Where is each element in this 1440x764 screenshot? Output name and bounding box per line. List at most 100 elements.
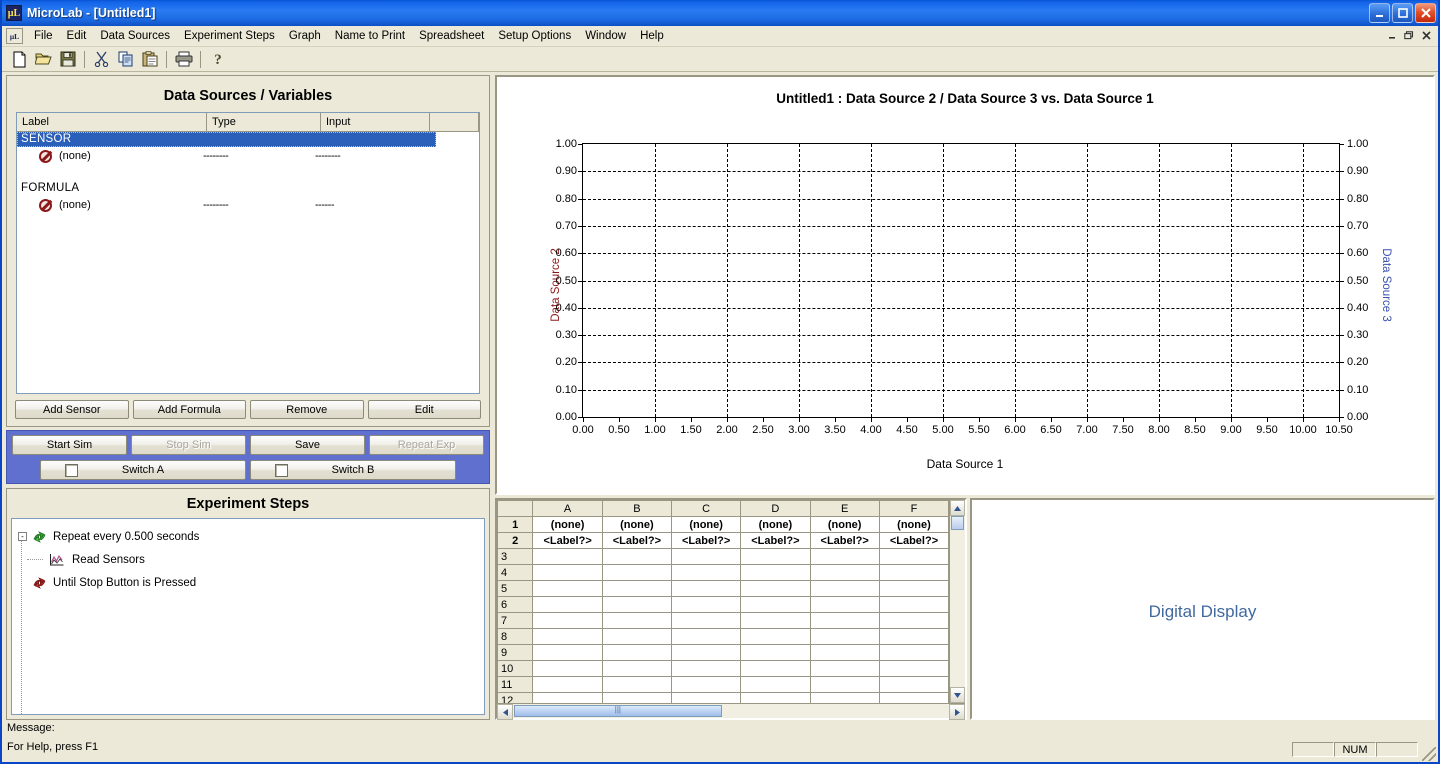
table-row[interactable]: 9 [497,644,950,661]
table-cell[interactable] [670,676,742,693]
row-header[interactable]: 6 [497,596,534,613]
table-cell[interactable] [809,596,880,613]
table-cell[interactable]: (none) [601,516,673,533]
table-cell[interactable] [809,580,880,597]
table-row[interactable]: 1 (none) (none) (none) (none) (none) (none) [497,516,950,533]
table-cell[interactable] [670,548,742,565]
column-header-f[interactable]: F [878,500,950,517]
table-cell[interactable] [670,692,742,703]
column-header-extra[interactable] [430,113,479,132]
table-row[interactable]: 10 [497,660,950,677]
table-cell[interactable]: <Label?> [878,532,950,549]
table-cell[interactable] [532,660,603,677]
table-row[interactable]: 11 [497,676,950,693]
table-cell[interactable] [878,628,950,645]
save-disk-icon[interactable] [56,48,79,70]
table-cell[interactable] [601,676,673,693]
table-cell[interactable] [740,596,811,613]
table-row[interactable]: 12 [497,692,950,703]
data-sources-list[interactable]: Label Type Input SENSOR (none) -------- … [16,112,480,394]
switch-b-checkbox[interactable] [275,464,288,477]
list-item[interactable]: (none) -------- -------- [17,147,479,165]
table-cell[interactable] [809,692,880,703]
scroll-right-button[interactable] [949,704,965,720]
table-cell[interactable] [601,692,673,703]
table-cell[interactable] [878,596,950,613]
start-sim-button[interactable]: Start Sim [12,435,127,455]
column-header-input[interactable]: Input [321,113,430,132]
table-cell[interactable] [532,692,603,703]
digital-display-panel[interactable]: Digital Display [970,498,1435,720]
table-cell[interactable] [740,564,811,581]
minimize-button[interactable] [1369,3,1390,23]
add-sensor-button[interactable]: Add Sensor [15,400,129,419]
table-cell[interactable] [878,676,950,693]
scroll-down-button[interactable] [950,687,965,703]
table-row[interactable]: 3 [497,548,950,565]
scroll-left-button[interactable] [497,704,513,720]
table-cell[interactable] [878,612,950,629]
table-cell[interactable]: <Label?> [809,532,880,549]
switch-a-button[interactable]: Switch A [40,460,246,480]
table-cell[interactable] [878,564,950,581]
spreadsheet-horizontal-scrollbar[interactable] [497,703,965,720]
tree-node-until-stop[interactable]: Until Stop Button is Pressed [18,571,484,594]
table-row[interactable]: 7 [497,612,950,629]
horizontal-scroll-thumb[interactable] [514,705,722,717]
table-cell[interactable] [601,564,673,581]
add-formula-button[interactable]: Add Formula [132,400,246,419]
mdi-close-button[interactable] [1418,28,1434,43]
mdi-minimize-button[interactable] [1384,28,1400,43]
table-cell[interactable] [809,660,880,677]
table-cell[interactable] [740,692,811,703]
table-cell[interactable]: <Label?> [670,532,742,549]
menu-item-window[interactable]: Window [578,27,633,45]
table-cell[interactable] [532,564,603,581]
menu-item-data-sources[interactable]: Data Sources [93,27,177,45]
table-cell[interactable] [532,612,603,629]
copy-icon[interactable] [114,48,137,70]
tree-node-read-sensors[interactable]: Read Sensors [18,548,484,571]
table-cell[interactable]: <Label?> [740,532,811,549]
table-cell[interactable] [601,548,673,565]
table-cell[interactable]: (none) [670,516,742,533]
mdi-restore-button[interactable] [1401,28,1417,43]
print-icon[interactable] [172,48,195,70]
row-header[interactable]: 3 [497,548,534,565]
column-header-b[interactable]: B [601,500,673,517]
maximize-button[interactable] [1392,3,1413,23]
menu-item-file[interactable]: File [27,27,60,45]
menu-item-setup-options[interactable]: Setup Options [491,27,578,45]
table-cell[interactable] [809,644,880,661]
spreadsheet-table[interactable]: A B C D E F 1 (none) (none) (none) (none) (no… [497,500,950,703]
row-header[interactable]: 5 [497,580,534,597]
vertical-scroll-thumb[interactable] [951,516,964,530]
table-cell[interactable]: <Label?> [532,532,603,549]
table-row[interactable]: 4 [497,564,950,581]
tree-node-repeat[interactable]: - Repeat every 0.500 seconds [18,525,484,548]
table-cell[interactable] [532,644,603,661]
menu-item-graph[interactable]: Graph [282,27,328,45]
menu-item-edit[interactable]: Edit [60,27,94,45]
table-row[interactable]: 6 [497,596,950,613]
column-header-label[interactable]: Label [17,113,207,132]
switch-b-button[interactable]: Switch B [250,460,456,480]
spreadsheet-corner-cell[interactable] [497,500,534,517]
open-folder-icon[interactable] [32,48,55,70]
row-header[interactable]: 8 [497,628,534,645]
table-cell[interactable] [601,644,673,661]
table-cell[interactable] [878,660,950,677]
table-cell[interactable] [601,660,673,677]
group-row-sensor[interactable]: SENSOR [17,132,436,147]
spreadsheet-vertical-scrollbar[interactable] [949,500,965,703]
menu-item-help[interactable]: Help [633,27,671,45]
table-cell[interactable] [532,676,603,693]
table-cell[interactable] [809,612,880,629]
row-header[interactable]: 11 [497,676,534,693]
table-cell[interactable] [670,660,742,677]
table-cell[interactable] [601,612,673,629]
column-header-type[interactable]: Type [207,113,321,132]
menu-item-name-to-print[interactable]: Name to Print [328,27,412,45]
table-cell[interactable] [809,628,880,645]
table-cell[interactable]: (none) [809,516,880,533]
